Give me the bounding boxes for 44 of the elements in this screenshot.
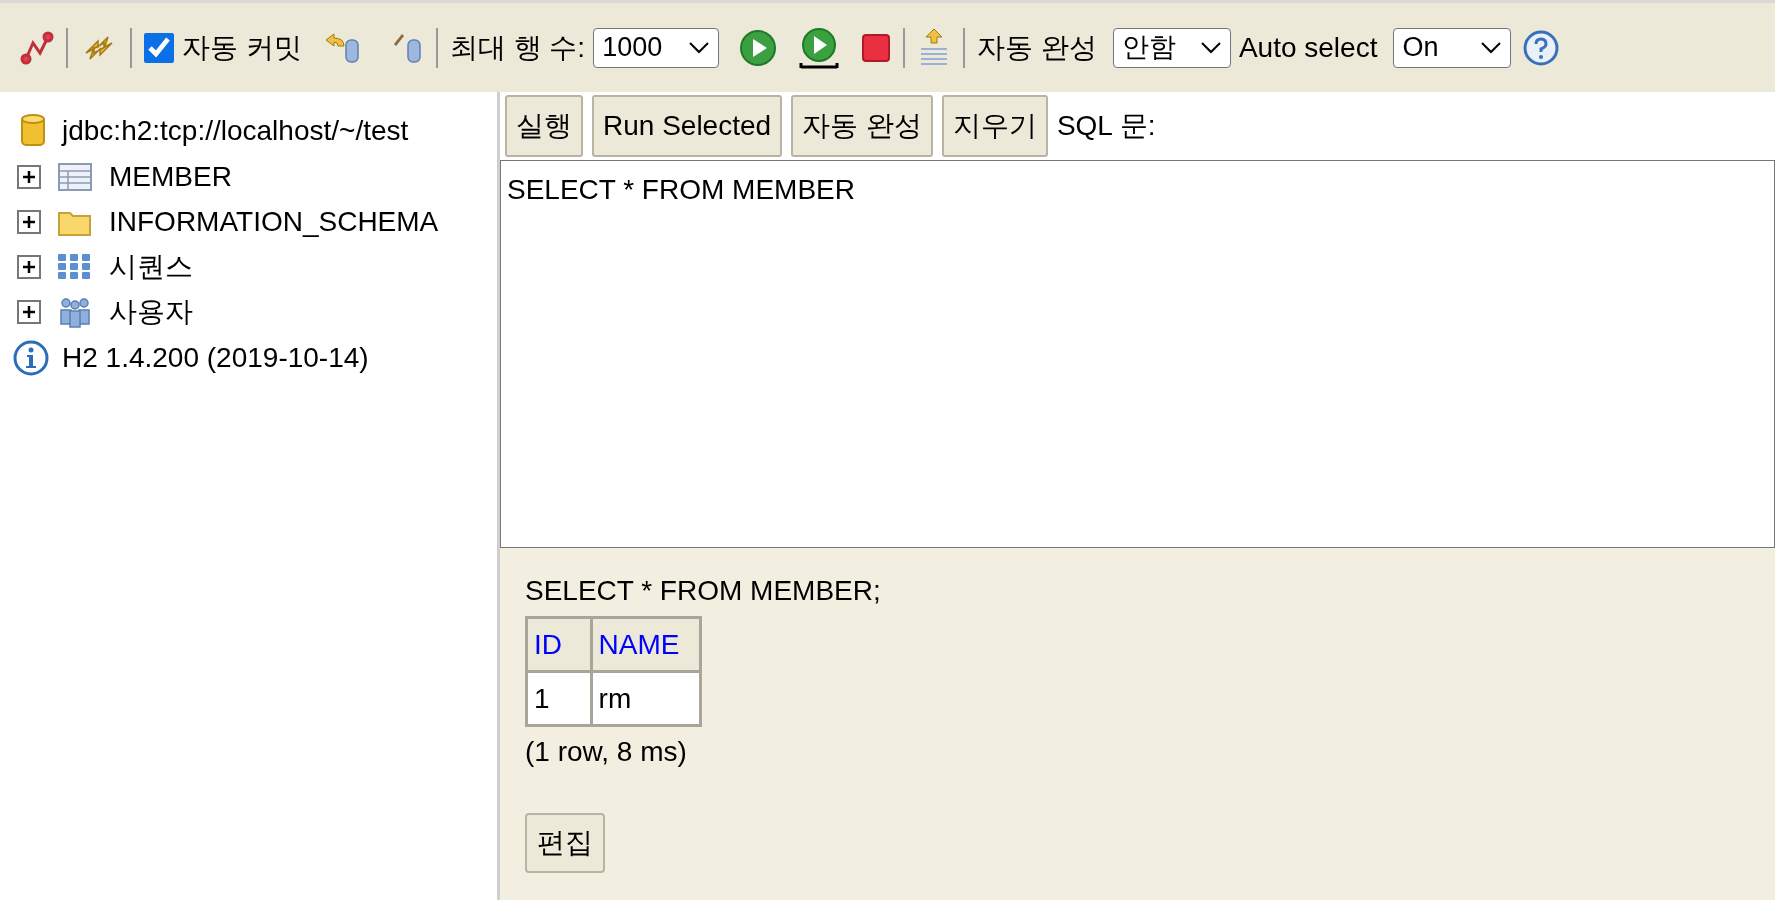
chevron-down-icon xyxy=(1199,40,1222,55)
chevron-down-icon xyxy=(1480,40,1503,55)
database-icon xyxy=(20,113,46,149)
sql-statement-label: SQL 문: xyxy=(1056,109,1156,143)
expand-icon[interactable] xyxy=(17,299,41,324)
toolbar-button[interactable]: 지우기 xyxy=(941,95,1048,157)
expand-icon[interactable] xyxy=(17,209,41,234)
tree-item-label[interactable]: MEMBER xyxy=(109,155,232,198)
table-cell: rm xyxy=(591,671,701,726)
chevron-down-icon xyxy=(688,40,711,55)
autocommit-checkbox[interactable] xyxy=(144,32,174,63)
users-icon xyxy=(59,295,91,328)
result-statement: SELECT * FROM MEMBER; xyxy=(525,574,882,608)
run-icon[interactable] xyxy=(739,28,778,67)
table-icon xyxy=(58,162,92,191)
table-cell: 1 xyxy=(526,671,592,726)
toolbar-button[interactable]: Run Selected xyxy=(592,95,783,157)
column-header[interactable]: ID xyxy=(526,617,592,672)
auto-select-label: Auto select xyxy=(1238,30,1378,65)
expand-icon[interactable] xyxy=(17,164,41,189)
autocomplete-select[interactable]: 안함 xyxy=(1112,27,1231,68)
toolbar-button[interactable]: 자동 완성 xyxy=(791,95,933,157)
toolbar-button[interactable]: 실행 xyxy=(505,95,583,157)
sql-editor[interactable]: SELECT * FROM MEMBER xyxy=(500,160,1775,548)
result-summary: (1 row, 8 ms) xyxy=(525,735,688,769)
auto-select-select[interactable]: On xyxy=(1393,27,1512,68)
edit-button[interactable]: 편집 xyxy=(525,813,605,873)
grid-icon xyxy=(57,252,93,281)
expand-icon[interactable] xyxy=(17,254,41,279)
info-icon xyxy=(12,339,50,377)
tree-item-label[interactable]: INFORMATION_SCHEMA xyxy=(109,200,439,243)
tree-item-label[interactable]: 시퀀스 xyxy=(109,245,193,288)
max-rows-label: 최대 행 수: xyxy=(449,30,586,65)
max-rows-select[interactable]: 1000 xyxy=(593,27,720,68)
autocommit-label: 자동 커밋 xyxy=(182,30,302,65)
stop-icon[interactable] xyxy=(861,32,892,63)
run-selected-icon[interactable] xyxy=(797,26,842,69)
autocomplete-label: 자동 완성 xyxy=(977,30,1097,65)
tree-item-label[interactable]: 사용자 xyxy=(109,290,193,333)
version-text: H2 1.4.200 (2019-10-14) xyxy=(62,341,369,375)
disconnect-icon[interactable] xyxy=(20,30,54,65)
help-icon[interactable] xyxy=(1523,29,1560,66)
connection-url[interactable]: jdbc:h2:tcp://localhost/~/test xyxy=(62,110,409,152)
column-header[interactable]: NAME xyxy=(591,617,701,672)
